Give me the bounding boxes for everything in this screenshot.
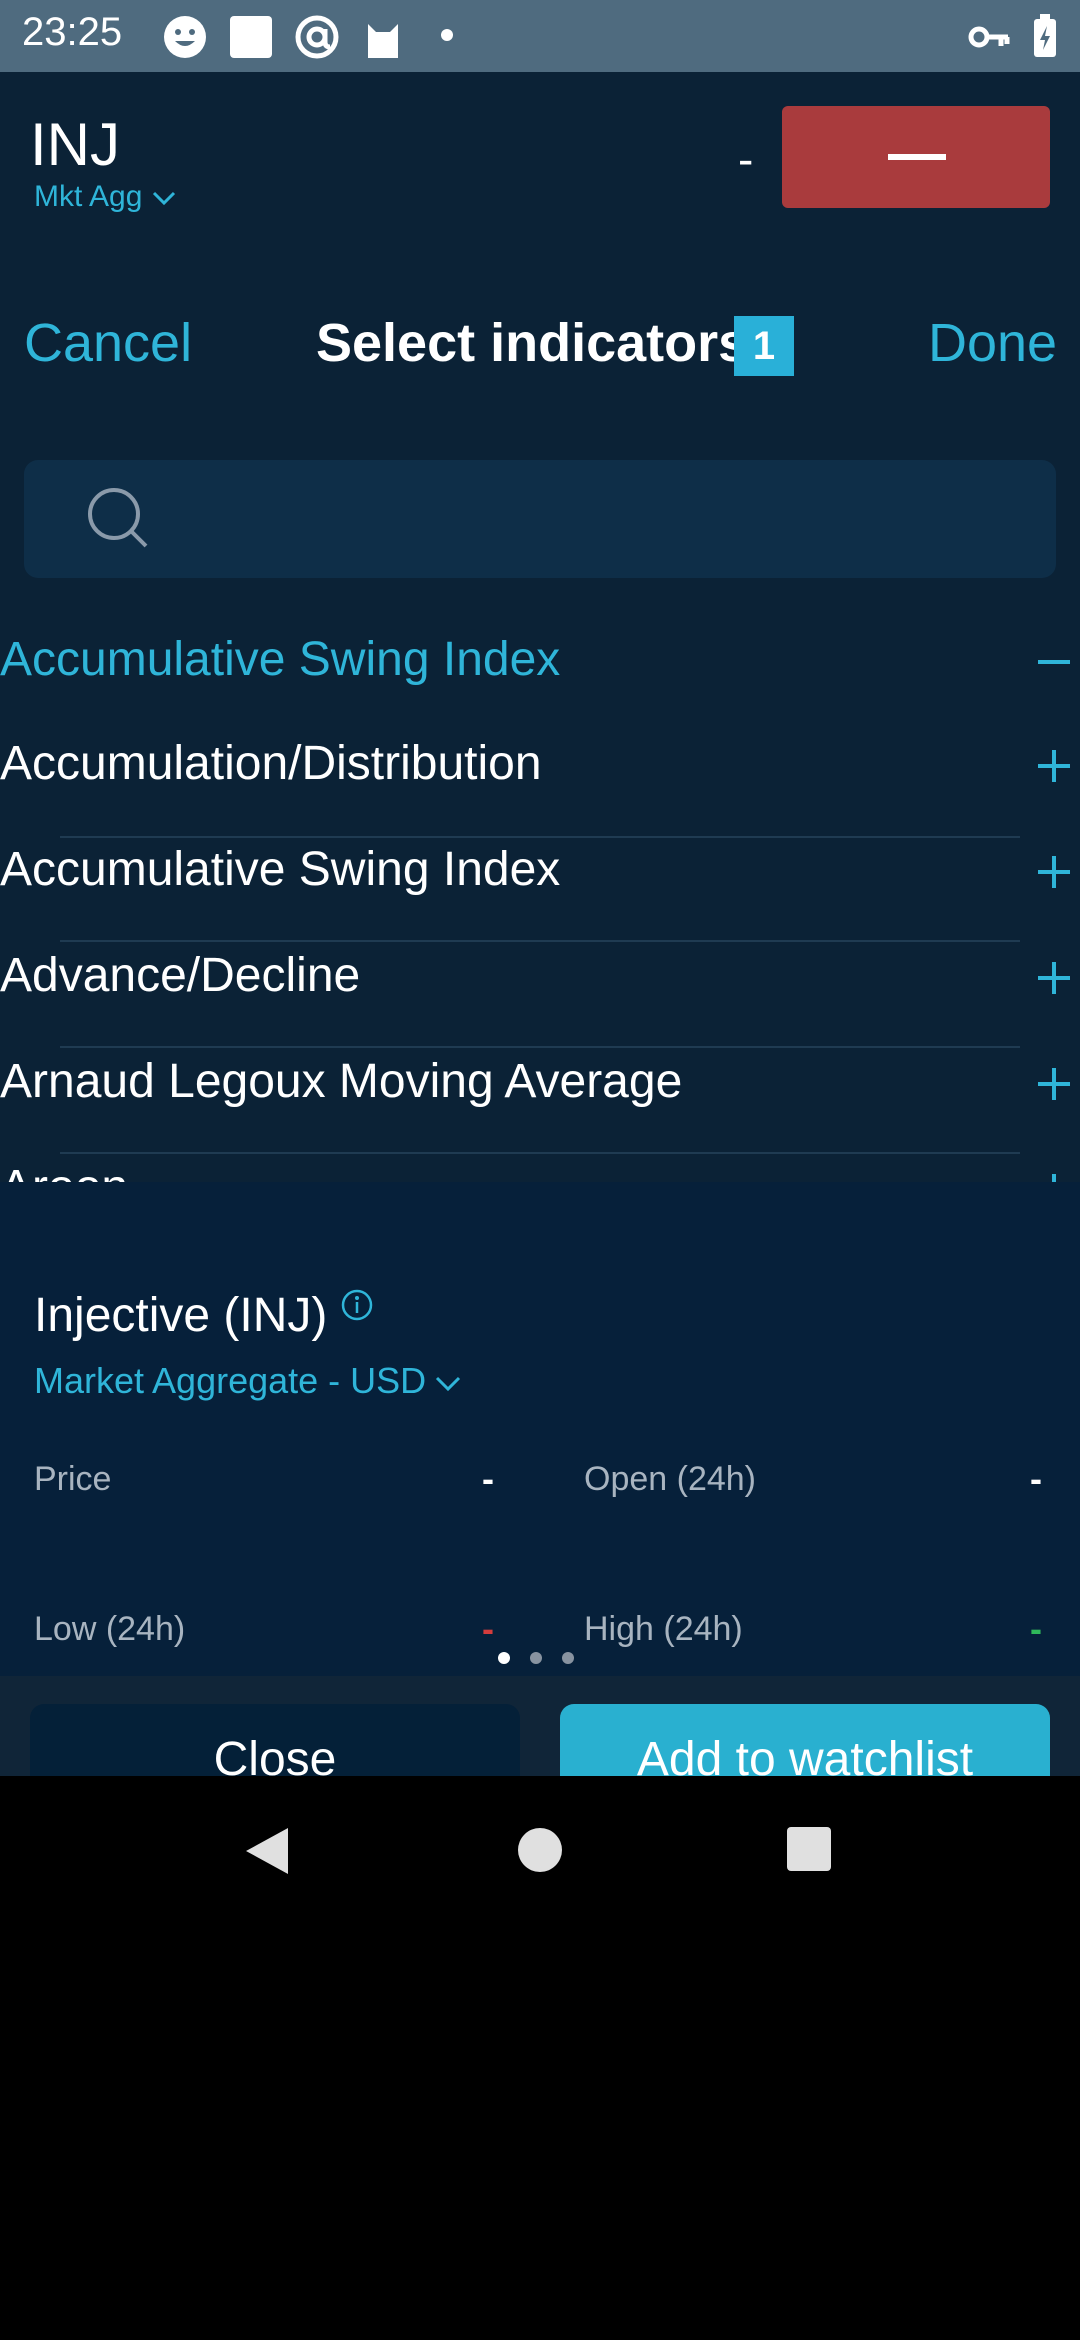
indicator-label: Accumulation/Distribution — [0, 737, 542, 790]
exchange-selector[interactable]: Market Aggregate - USD — [34, 1360, 462, 1402]
home-icon[interactable] — [516, 1826, 564, 1874]
indicator-row[interactable]: Accumulative Swing Index — [0, 822, 1080, 926]
smiley-icon — [162, 14, 208, 65]
indicator-row-selected[interactable]: Accumulative Swing Index — [0, 612, 1080, 716]
cancel-button[interactable]: Cancel — [24, 312, 192, 374]
price-value: - — [482, 1458, 494, 1499]
search-input[interactable] — [24, 460, 1056, 578]
info-icon[interactable] — [340, 1288, 374, 1322]
indicator-label: Aroon — [0, 1160, 128, 1182]
recents-icon[interactable] — [786, 1826, 832, 1872]
plus-icon[interactable] — [1036, 748, 1072, 784]
cat-icon — [360, 14, 406, 65]
indicator-row[interactable]: Aroon — [0, 1140, 1080, 1182]
done-button[interactable]: Done — [928, 312, 1057, 374]
price-placeholder: - — [738, 133, 754, 185]
high-value: - — [1030, 1608, 1042, 1649]
low-value: - — [482, 1608, 494, 1649]
chevron-down-icon — [152, 192, 175, 206]
open-label: Open (24h) — [584, 1460, 756, 1498]
square-icon — [228, 14, 274, 65]
chevron-down-icon — [436, 1377, 461, 1392]
indicator-label: Accumulative Swing Index — [0, 633, 561, 686]
sell-button[interactable] — [782, 106, 1050, 208]
at-icon — [294, 14, 340, 65]
app-screen: INJ Mkt Agg - Cancel Select indicators 1… — [0, 72, 1080, 1848]
market-selector[interactable]: Mkt Agg — [34, 180, 177, 214]
low-label: Low (24h) — [34, 1610, 186, 1648]
indicator-row[interactable]: Arnaud Legoux Moving Average — [0, 1034, 1080, 1138]
status-bar: 23:25 — [0, 0, 1080, 72]
selected-count-badge: 1 — [734, 316, 794, 376]
indicator-label: Accumulative Swing Index — [0, 843, 561, 896]
asset-symbol: INJ — [30, 111, 120, 178]
indicator-list[interactable]: Accumulative Swing Index Accumulation/Di… — [0, 612, 1080, 1182]
exchange-label: Market Aggregate - USD — [34, 1360, 427, 1401]
plus-icon[interactable] — [1036, 960, 1072, 996]
battery-icon — [1032, 14, 1058, 63]
asset-bottom-sheet: Injective (INJ) Market Aggregate - USD P… — [0, 1182, 1080, 1746]
minus-icon — [888, 154, 946, 160]
page-dot — [562, 1652, 574, 1664]
indicator-row[interactable]: Accumulation/Distribution — [0, 716, 1080, 820]
key-icon — [968, 20, 1010, 59]
back-icon[interactable] — [244, 1826, 290, 1876]
plus-icon[interactable] — [1036, 1172, 1072, 1182]
indicator-label: Arnaud Legoux Moving Average — [0, 1055, 683, 1108]
page-dot-active — [498, 1652, 510, 1664]
page-dot — [530, 1652, 542, 1664]
navigation-bar — [0, 1776, 1080, 1916]
minus-icon[interactable] — [1036, 644, 1072, 680]
indicator-row[interactable]: Advance/Decline — [0, 928, 1080, 1032]
high-label: High (24h) — [584, 1610, 743, 1648]
plus-icon[interactable] — [1036, 854, 1072, 890]
price-label: Price — [34, 1460, 112, 1498]
status-time: 23:25 — [22, 10, 123, 54]
open-value: - — [1030, 1458, 1042, 1499]
page-title: Select indicators — [316, 313, 749, 373]
market-label: Mkt Agg — [34, 180, 143, 213]
plus-icon[interactable] — [1036, 1066, 1072, 1102]
indicator-label: Advance/Decline — [0, 949, 361, 1002]
asset-title: Injective (INJ) — [34, 1289, 328, 1342]
dot-icon — [440, 28, 454, 47]
search-icon — [88, 488, 148, 548]
